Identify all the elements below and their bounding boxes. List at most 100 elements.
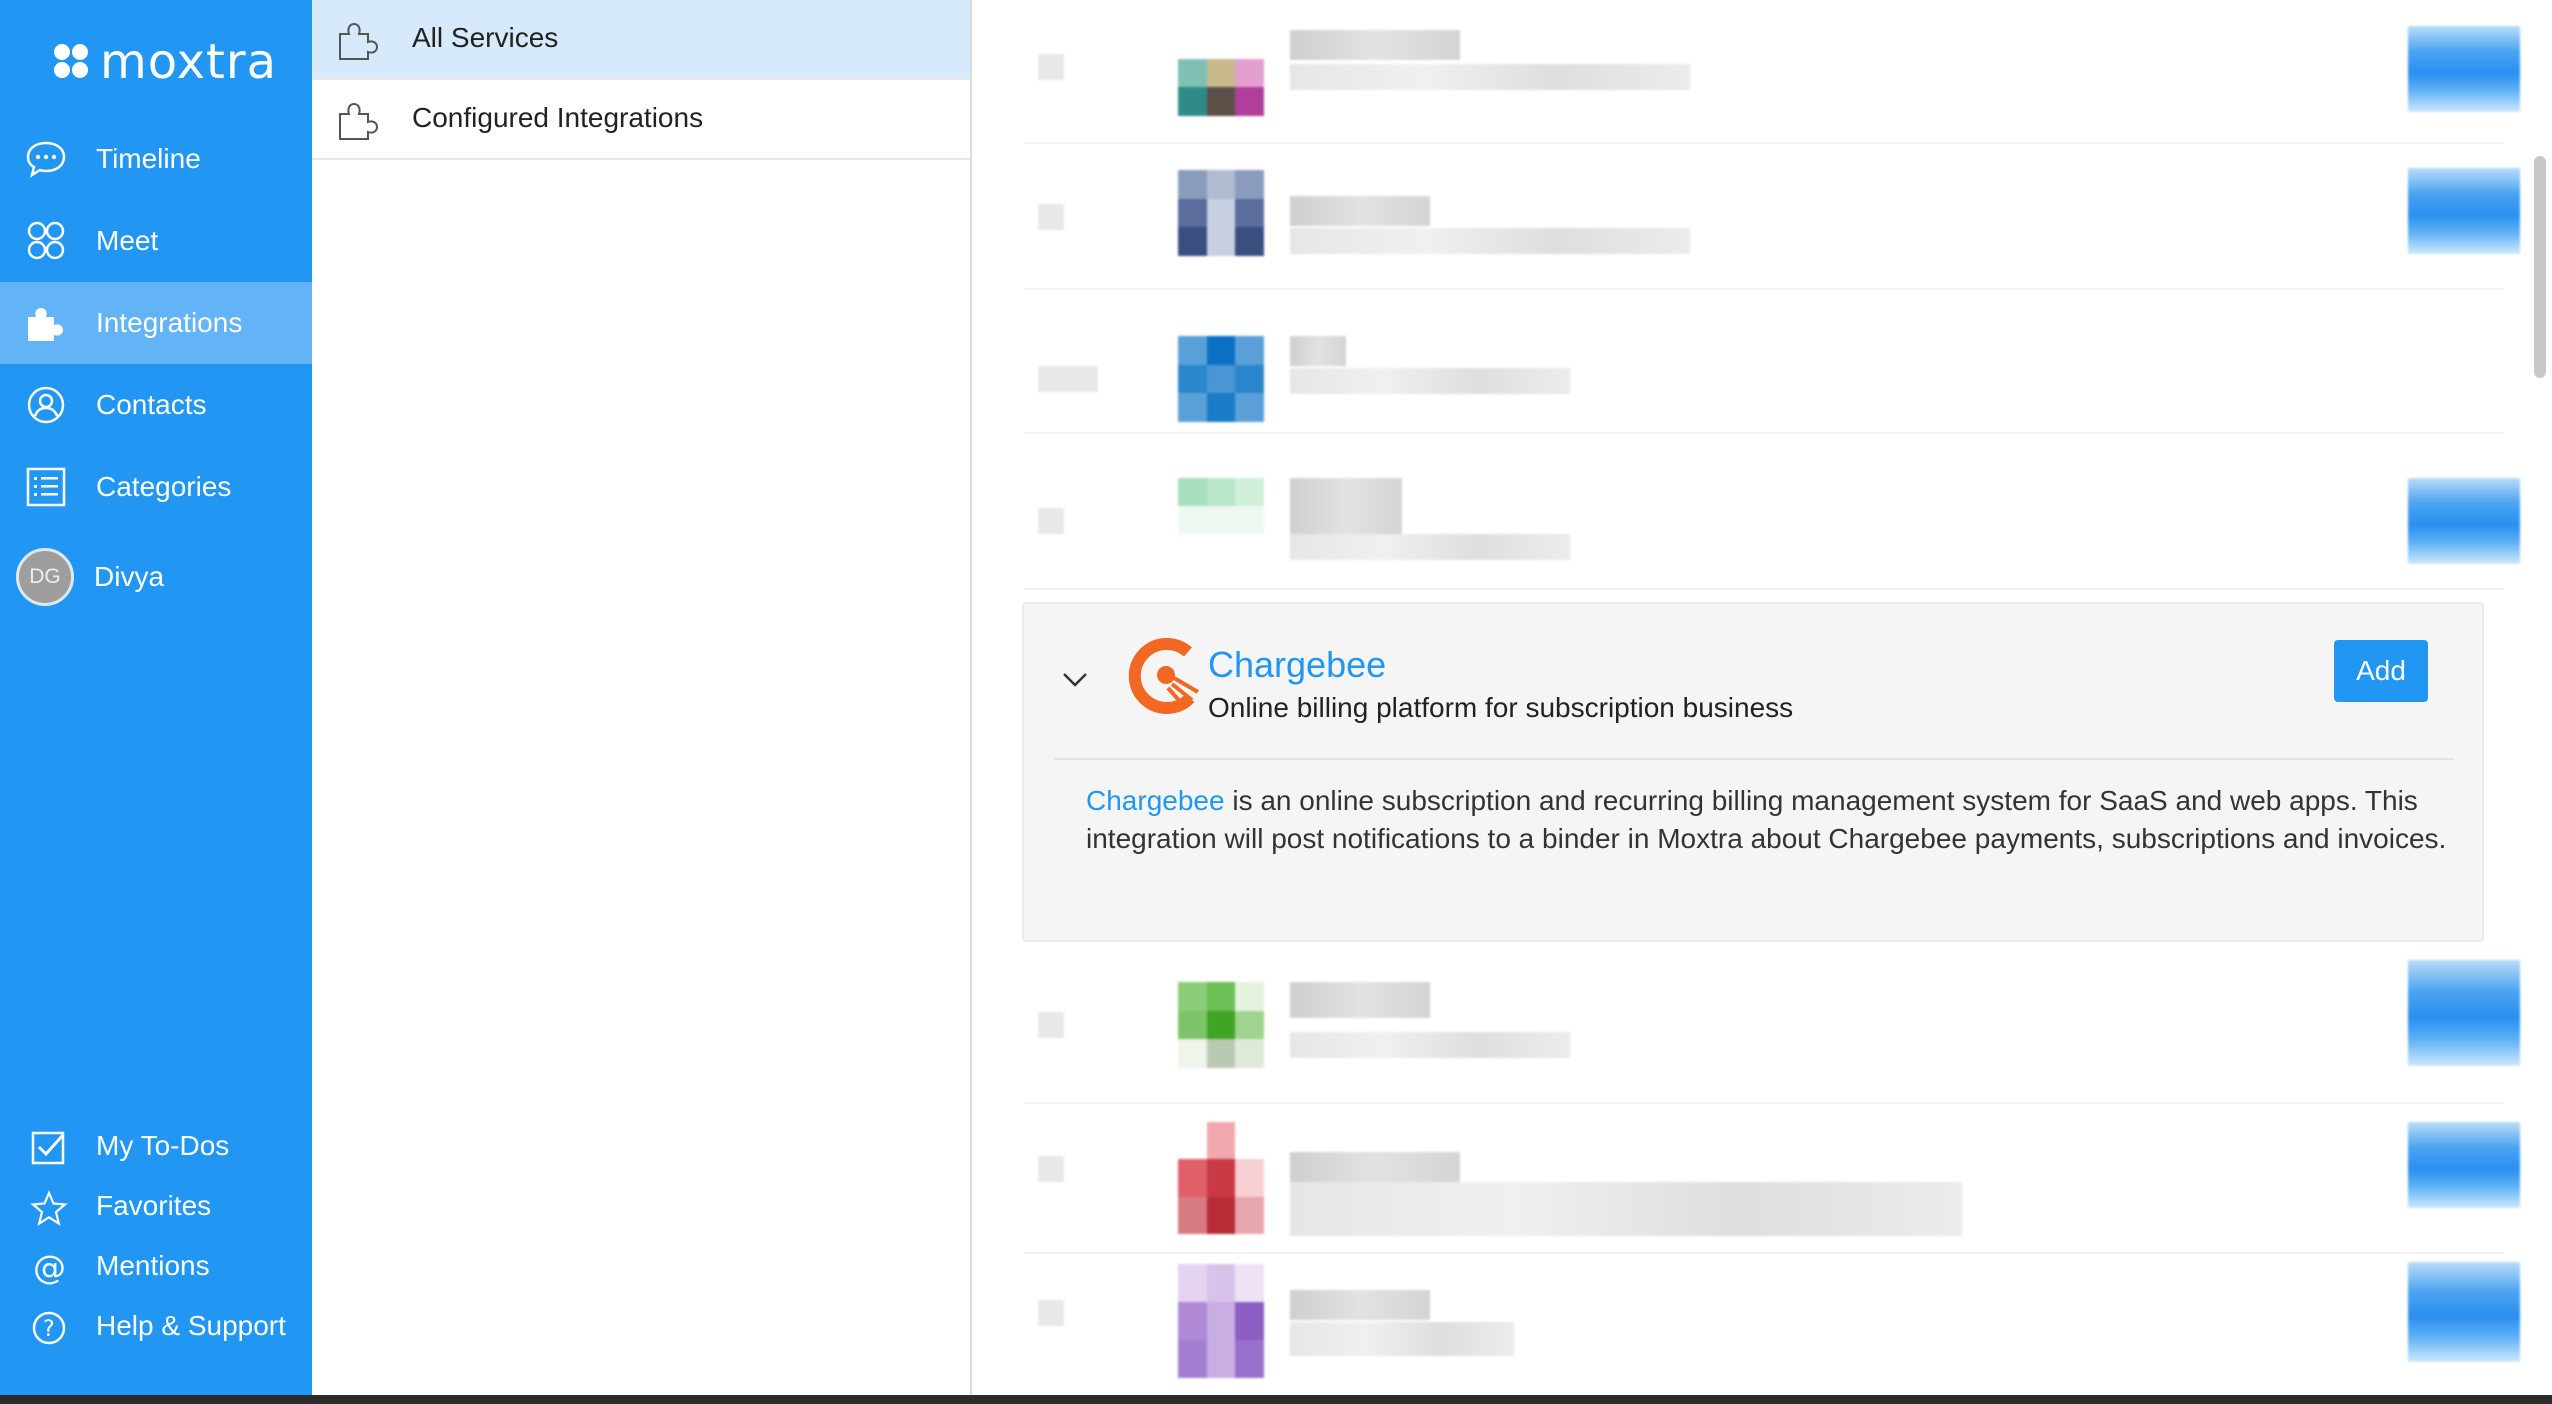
redacted-chevron (1038, 204, 1064, 230)
divider (1024, 1252, 2504, 1254)
moxtra-logo-icon (54, 44, 88, 78)
service-tagline: Online billing platform for subscription… (1208, 692, 1794, 723)
menu-label: Configured Integrations (412, 102, 704, 133)
redacted-add-button[interactable] (2408, 1262, 2520, 1362)
service-card-chargebee: Chargebee Online billing platform for su… (1022, 602, 2484, 942)
redacted-title (1290, 1152, 1460, 1182)
nav-label: My To-Dos (96, 1130, 230, 1161)
puzzle-icon (28, 308, 63, 341)
sidebar: moxtra Timeline Meet Integrations Contac… (0, 0, 312, 1395)
meet-circles-icon (27, 221, 65, 260)
svg-text:@: @ (33, 1250, 66, 1286)
nav-integrations[interactable]: Integrations (0, 282, 312, 364)
redacted-subtitle (1290, 228, 1690, 254)
redacted-title (1290, 982, 1430, 1018)
redacted-subtitle (1290, 368, 1570, 394)
nav-meet[interactable]: Meet (0, 200, 312, 282)
redacted-logo (1178, 982, 1264, 1068)
menu-all-services[interactable]: All Services (312, 0, 970, 80)
redacted-chevron (1038, 1012, 1064, 1038)
chat-bubble-icon (26, 141, 66, 178)
nav-contacts[interactable]: Contacts (0, 364, 312, 446)
divider (1054, 758, 2454, 760)
service-row-redacted[interactable] (1028, 960, 2520, 1090)
avatar[interactable]: DG (16, 548, 74, 606)
service-row-redacted[interactable] (1028, 444, 2520, 574)
vertical-scrollbar[interactable] (2534, 156, 2546, 378)
redacted-logo (1178, 478, 1264, 534)
redacted-logo (1178, 30, 1264, 116)
menu-configured-integrations[interactable]: Configured Integrations (312, 80, 970, 160)
redacted-chevron (1038, 366, 1098, 392)
divider (1024, 588, 2504, 590)
redacted-logo (1178, 170, 1264, 256)
redacted-chevron (1038, 54, 1064, 80)
redacted-add-button[interactable] (2408, 26, 2520, 112)
nav-favorites[interactable]: Favorites (0, 1176, 312, 1236)
redacted-add-button[interactable] (2408, 960, 2520, 1066)
nav-timeline[interactable]: Timeline (0, 118, 312, 200)
redacted-subtitle (1290, 534, 1570, 560)
redacted-subtitle (1290, 1182, 1962, 1236)
divider (1024, 142, 2504, 144)
service-row-redacted[interactable] (1028, 1256, 2520, 1386)
redacted-subtitle (1290, 1032, 1570, 1058)
chevron-down-icon[interactable] (1060, 664, 1090, 694)
puzzle-outline-icon (339, 102, 379, 140)
redacted-logo (1178, 1122, 1264, 1234)
redacted-title (1290, 1290, 1430, 1320)
nav-label: Mentions (96, 1250, 210, 1281)
at-icon: @ (33, 1250, 66, 1286)
puzzle-outline-icon (339, 22, 379, 60)
redacted-logo (1178, 1264, 1264, 1378)
list-icon (26, 467, 66, 507)
add-button[interactable]: Add (2334, 640, 2428, 702)
redacted-title (1290, 30, 1460, 60)
nav-my-todos[interactable]: My To-Dos (0, 1116, 312, 1176)
services-list: Chargebee Online billing platform for su… (972, 0, 2552, 1395)
user-name: Divya (94, 561, 165, 592)
divider (1024, 432, 2504, 434)
redacted-chevron (1038, 1300, 1064, 1326)
user-profile[interactable]: DG Divya (16, 548, 164, 606)
redacted-title (1290, 196, 1430, 226)
nav-label: Contacts (96, 389, 207, 420)
divider (1024, 1102, 2504, 1104)
redacted-add-button[interactable] (2408, 478, 2520, 564)
menu-label: All Services (412, 22, 559, 53)
service-row-redacted[interactable] (1028, 150, 2520, 280)
svg-text:?: ? (43, 1317, 55, 1342)
redacted-add-button[interactable] (2408, 1122, 2520, 1208)
description-text: is an online subscription and recurring … (1086, 785, 2447, 854)
redacted-title (1290, 336, 1346, 366)
app-window: moxtra Timeline Meet Integrations Contac… (0, 0, 2552, 1395)
nav-label: Timeline (96, 143, 201, 174)
nav-label: Integrations (96, 307, 243, 338)
contact-icon (27, 386, 65, 424)
service-name[interactable]: Chargebee (1208, 644, 1386, 686)
integrations-menu: All Services Configured Integrations (312, 0, 972, 1395)
moxtra-logo[interactable]: moxtra (50, 34, 277, 90)
nav-categories[interactable]: Categories (0, 446, 312, 528)
chargebee-link[interactable]: Chargebee (1086, 785, 1225, 816)
service-row-redacted[interactable] (1028, 1110, 2520, 1240)
redacted-add-button[interactable] (2408, 168, 2520, 254)
redacted-chevron (1038, 508, 1064, 534)
service-description: Chargebee is an online subscription and … (1086, 782, 2456, 858)
checkbox-icon (31, 1131, 65, 1165)
redacted-subtitle (1290, 1322, 1514, 1356)
redacted-logo (1178, 336, 1264, 422)
divider (1024, 288, 2504, 290)
brand-name: moxtra (100, 34, 278, 90)
service-row-redacted[interactable] (1028, 296, 2498, 426)
nav-mentions[interactable]: @ Mentions (0, 1236, 312, 1296)
chargebee-logo (1128, 637, 1200, 714)
nav-label: Help & Support (96, 1310, 286, 1341)
redacted-chevron (1038, 1156, 1064, 1182)
redacted-title (1290, 478, 1402, 534)
star-icon (30, 1190, 68, 1226)
help-icon: ? (32, 1311, 66, 1345)
nav-label: Categories (96, 471, 232, 502)
nav-help-support[interactable]: ? Help & Support (0, 1296, 312, 1356)
service-row-redacted[interactable] (1028, 0, 2520, 130)
